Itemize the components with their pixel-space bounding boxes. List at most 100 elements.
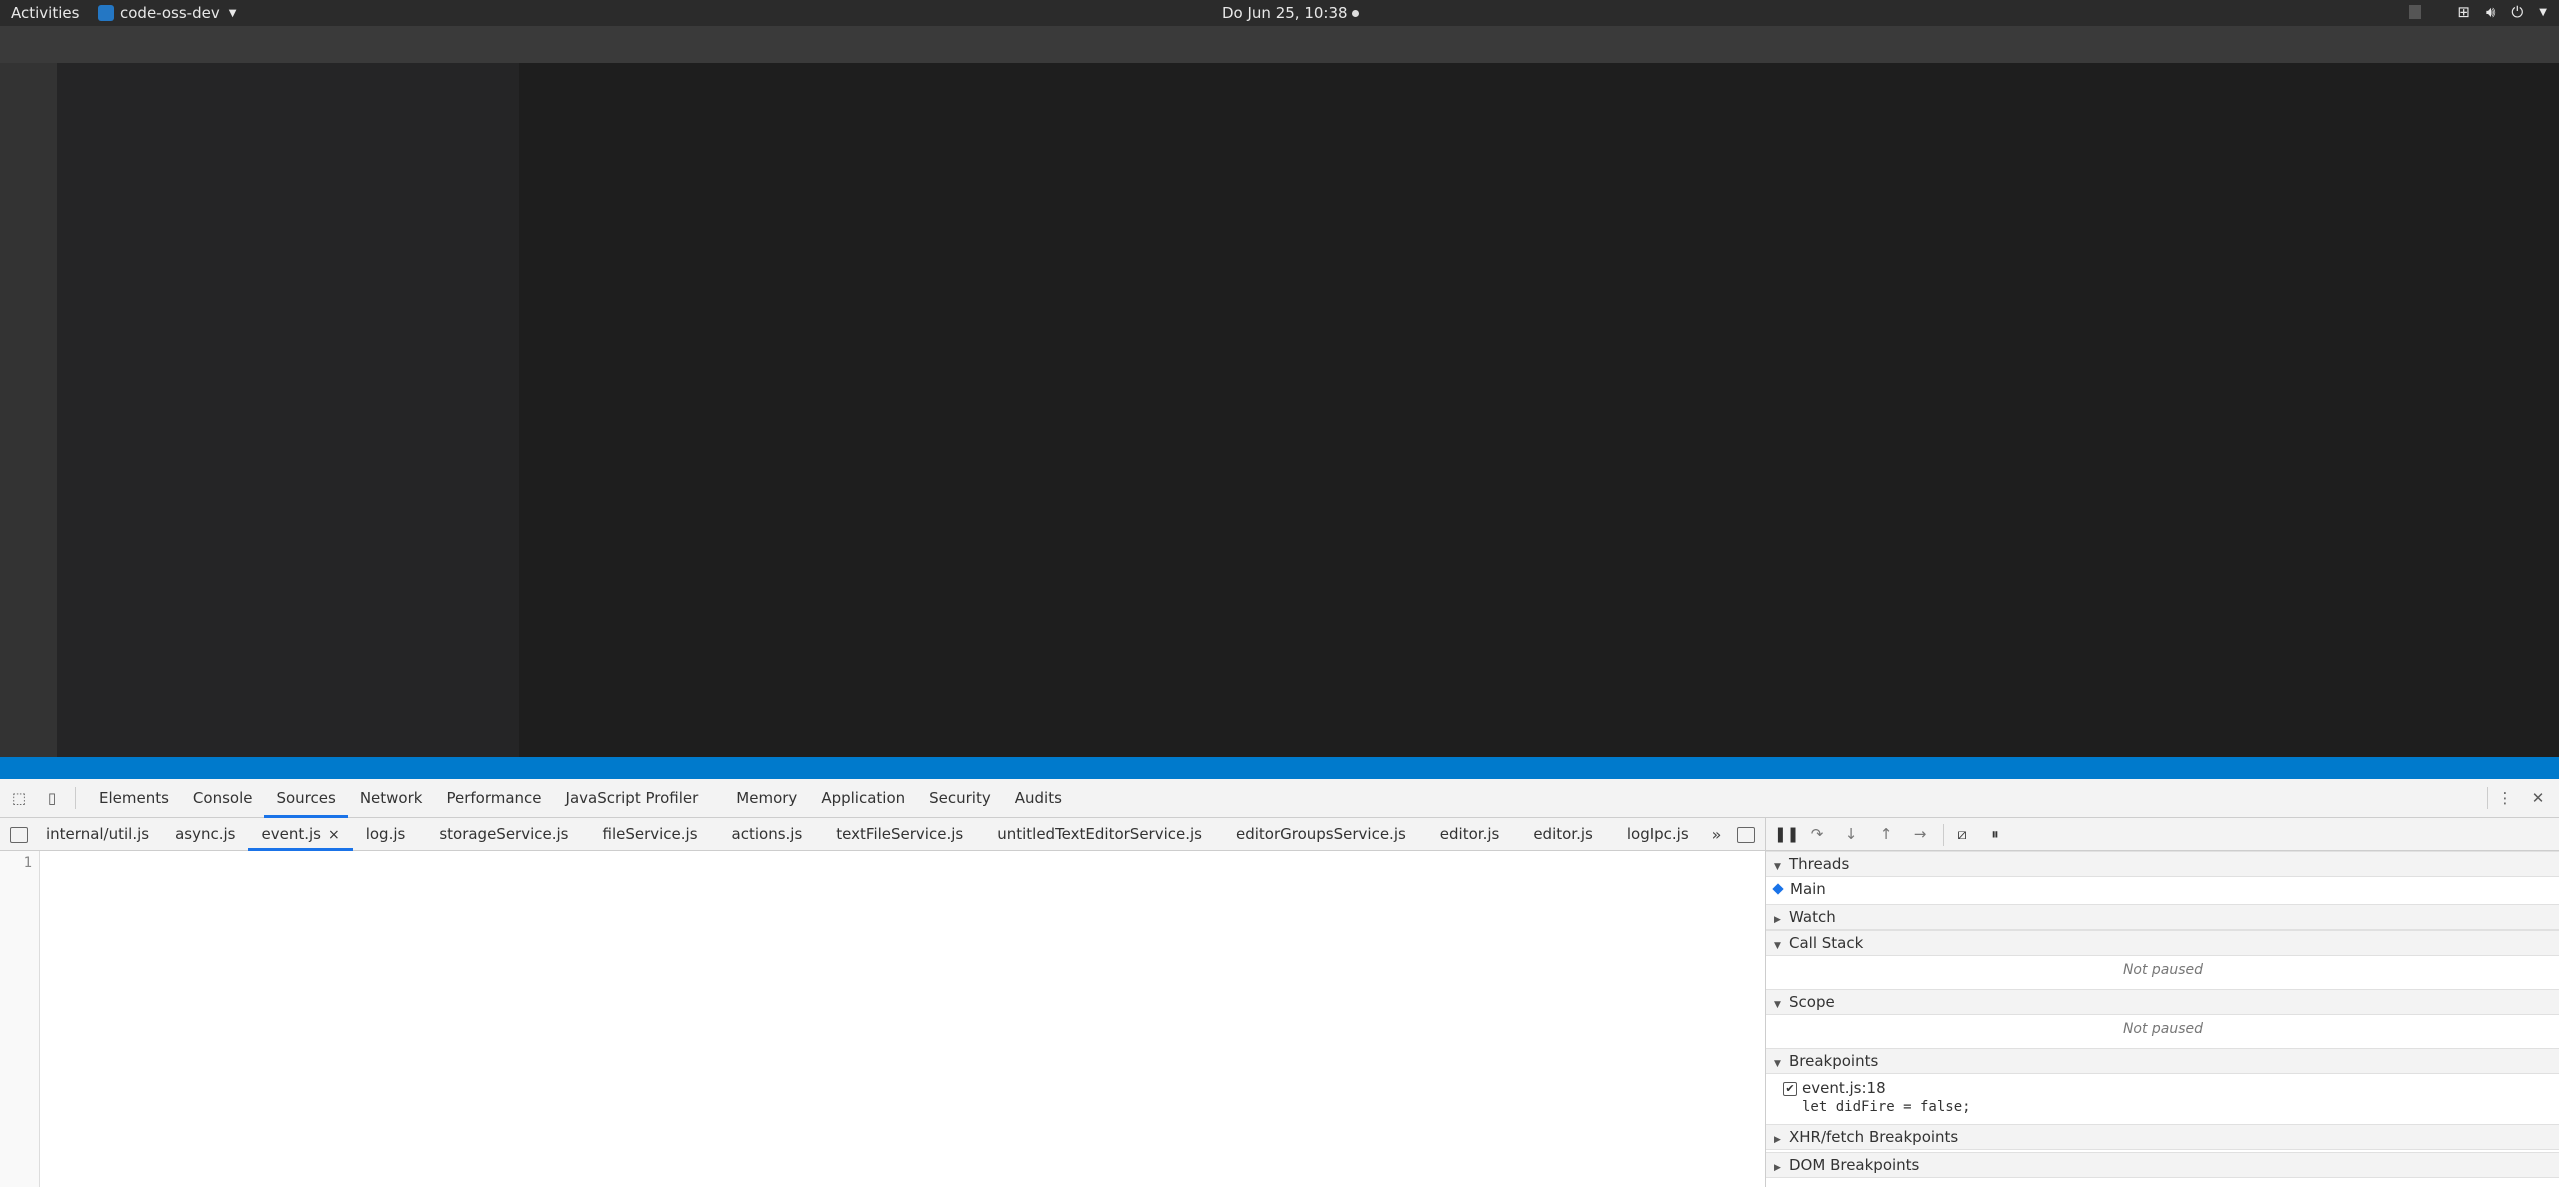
pause-icon[interactable]: ❚❚ <box>1774 825 1799 843</box>
devtools-tabs: Elements Console Sources Network Perform… <box>87 779 1074 818</box>
section-title: XHR/fetch Breakpoints <box>1789 1128 1959 1146</box>
dom-breakpoints-section-header[interactable]: ▶ DOM Breakpoints <box>1766 1152 2559 1178</box>
file-tab[interactable]: editor.js <box>1427 818 1513 851</box>
expanded-triangle-icon: ▼ <box>1774 1059 1781 1069</box>
file-tab[interactable]: untitledTextEditorService.js <box>984 818 1215 851</box>
line-gutter: 1 <box>0 851 40 1187</box>
file-tab[interactable]: async.js <box>162 818 248 851</box>
power-icon: ⏻ <box>2511 3 2524 21</box>
app-menu[interactable]: code-oss-dev ▼ <box>98 4 236 22</box>
tab-console[interactable]: Console <box>181 779 265 818</box>
volume-icon: 🔊︎ <box>2485 3 2496 21</box>
watch-section-header[interactable]: ▶ Watch <box>1766 904 2559 930</box>
divider <box>75 787 76 809</box>
tab-javascript-profiler[interactable]: JavaScript Profiler <box>554 779 711 818</box>
inspect-element-icon[interactable]: ⬚ <box>10 789 28 807</box>
window-title-strip <box>0 26 2559 63</box>
status-bar <box>0 757 2559 779</box>
more-options-icon[interactable]: ⋮ <box>2496 789 2514 807</box>
breakpoint-checkbox[interactable]: ✔ <box>1783 1082 1797 1096</box>
expanded-triangle-icon: ▼ <box>1774 1000 1781 1010</box>
network-icon: ⊞ <box>2457 3 2470 21</box>
expanded-triangle-icon: ▼ <box>1774 941 1781 951</box>
divider <box>2487 787 2488 809</box>
tab-security[interactable]: Security <box>917 779 1003 818</box>
pause-on-exceptions-icon[interactable]: ⏸ <box>1986 825 2004 843</box>
chevron-down-icon: ▼ <box>2539 6 2547 18</box>
system-tray[interactable]: ⊞ 🔊︎ ⏻ ▼ <box>2409 3 2547 21</box>
code-editor[interactable]: 1 <box>0 851 1765 1187</box>
call-stack-section-header[interactable]: ▼ Call Stack <box>1766 930 2559 956</box>
side-bar <box>57 63 519 757</box>
breakpoint-item[interactable]: ✔ event.js:18 <box>1766 1077 2559 1099</box>
deactivate-breakpoints-icon[interactable]: ⧄ <box>1953 825 1971 843</box>
source-file-tabs: internal/util.js async.js event.js × log.… <box>0 818 1765 851</box>
file-tab[interactable]: actions.js <box>719 818 816 851</box>
clock[interactable]: Do Jun 25, 10:38 <box>1222 4 1359 22</box>
device-toolbar-icon[interactable]: ▯ <box>43 789 61 807</box>
scope-section-header[interactable]: ▼ Scope <box>1766 989 2559 1015</box>
step-over-icon[interactable]: ↷ <box>1808 825 1826 843</box>
tab-application[interactable]: Application <box>809 779 917 818</box>
file-tab[interactable]: fileService.js <box>590 818 711 851</box>
toggle-navigator-icon[interactable] <box>10 827 28 843</box>
file-tab-strip: internal/util.js async.js event.js × log.… <box>33 818 1731 851</box>
debugger-sidebar: ❚❚ ↷ ↓ ↑ → ⧄ ⏸ ▼ Threads Main ▶ Watch ▼ Cal… <box>1765 818 2559 1187</box>
app-name: code-oss-dev <box>120 4 220 22</box>
tab-memory[interactable]: Memory <box>724 779 809 818</box>
devtools-panel: ⬚ ▯ Elements Console Sources Network Per… <box>0 779 2559 1187</box>
activity-bar <box>0 63 57 757</box>
file-tab-label: event.js <box>261 825 321 843</box>
file-tab[interactable]: log.js <box>353 818 419 851</box>
file-tab[interactable]: editorGroupsService.js <box>1223 818 1419 851</box>
keyboard-icon[interactable] <box>2409 5 2422 19</box>
breakpoint-code: let didFire = false; <box>1802 1099 1971 1115</box>
file-tab[interactable]: storageService.js <box>426 818 581 851</box>
more-tabs-button[interactable]: » <box>1702 818 1732 851</box>
editor-area <box>519 63 2559 757</box>
threads-section-header[interactable]: ▼ Threads <box>1766 851 2559 877</box>
activities-button[interactable]: Activities <box>11 4 79 22</box>
notification-dot-icon <box>1351 10 1359 17</box>
section-title: DOM Breakpoints <box>1789 1156 1920 1174</box>
system-top-bar: Activities code-oss-dev ▼ Do Jun 25, 10:… <box>0 0 2559 26</box>
expanded-triangle-icon: ▼ <box>1774 862 1781 872</box>
section-title: Breakpoints <box>1789 1052 1879 1070</box>
close-icon[interactable]: × <box>328 827 340 843</box>
call-stack-status: Not paused <box>2122 962 2204 978</box>
xhr-breakpoints-section-header[interactable]: ▶ XHR/fetch Breakpoints <box>1766 1124 2559 1150</box>
thread-item[interactable]: Main <box>1766 877 2559 901</box>
collapsed-triangle-icon: ▶ <box>1774 1135 1781 1145</box>
collapsed-triangle-icon: ▶ <box>1774 1163 1781 1173</box>
file-tab[interactable]: textFileService.js <box>823 818 976 851</box>
file-tab-active[interactable]: event.js × <box>248 818 353 851</box>
vscode-icon <box>98 5 114 21</box>
devtools-toolbar: ⬚ ▯ Elements Console Sources Network Per… <box>0 779 2559 818</box>
thread-name: Main <box>1790 880 1826 898</box>
section-title: Scope <box>1789 993 1835 1011</box>
step-out-icon[interactable]: ↑ <box>1877 825 1895 843</box>
divider <box>1943 824 1944 846</box>
file-tab[interactable]: internal/util.js <box>33 818 162 851</box>
collapsed-triangle-icon: ▶ <box>1774 915 1781 925</box>
section-title: Call Stack <box>1789 934 1864 952</box>
section-title: Threads <box>1789 855 1850 873</box>
tab-performance[interactable]: Performance <box>434 779 553 818</box>
tab-audits[interactable]: Audits <box>1003 779 1074 818</box>
current-thread-icon <box>1772 883 1784 895</box>
breakpoint-location: event.js:18 <box>1802 1079 1886 1097</box>
file-tab[interactable]: editor.js <box>1520 818 1606 851</box>
toggle-debugger-icon[interactable] <box>1737 827 1755 843</box>
step-icon[interactable]: → <box>1911 825 1929 843</box>
close-icon[interactable]: ✕ <box>2529 789 2547 807</box>
tab-elements[interactable]: Elements <box>87 779 181 818</box>
step-into-icon[interactable]: ↓ <box>1842 825 1860 843</box>
debugger-toolbar: ❚❚ ↷ ↓ ↑ → ⧄ ⏸ <box>1766 818 2559 851</box>
scope-status: Not paused <box>2122 1021 2204 1037</box>
breakpoints-section-header[interactable]: ▼ Breakpoints <box>1766 1048 2559 1074</box>
clock-text: Do Jun 25, 10:38 <box>1222 4 1348 22</box>
tab-sources[interactable]: Sources <box>264 779 348 818</box>
section-title: Watch <box>1789 908 1836 926</box>
file-tab[interactable]: logIpc.js <box>1614 818 1702 851</box>
tab-network[interactable]: Network <box>348 779 435 818</box>
